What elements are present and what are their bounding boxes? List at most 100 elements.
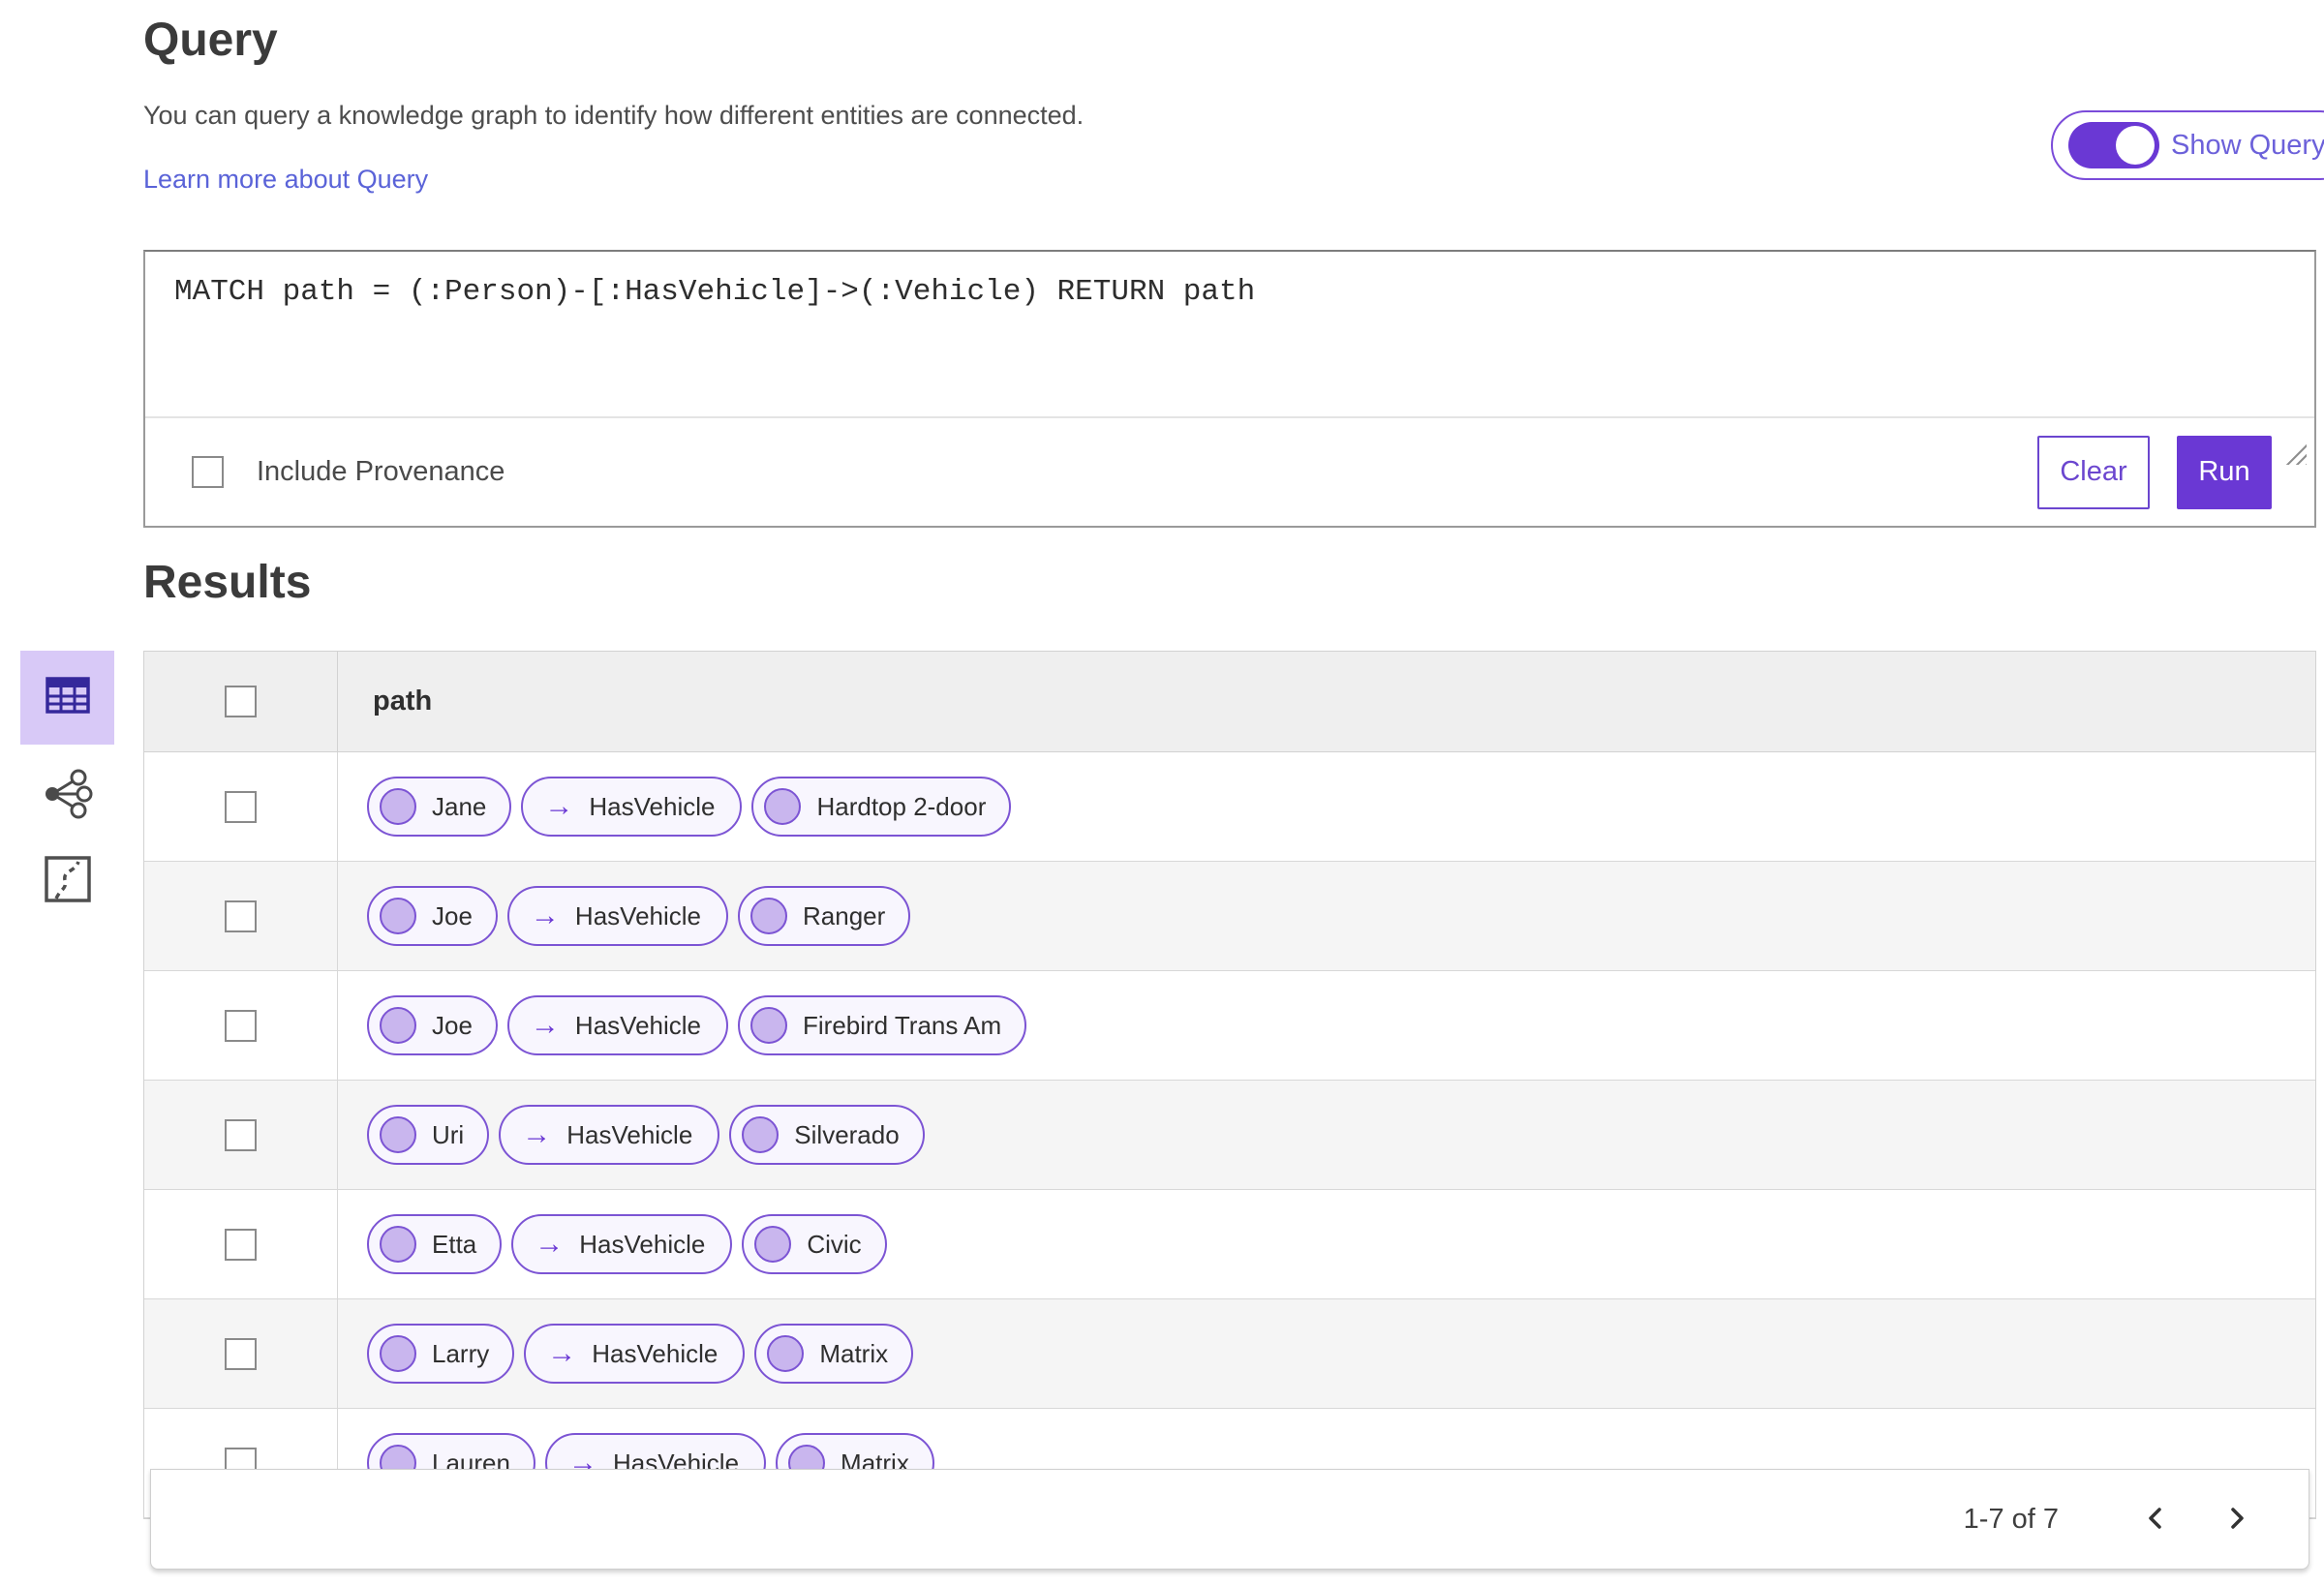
row-checkbox[interactable] <box>225 1009 257 1042</box>
node-icon <box>380 898 416 934</box>
pagination-bar: 1-7 of 7 <box>150 1469 2309 1570</box>
show-query-toggle[interactable]: Show Query <box>2051 110 2324 180</box>
table-row: Joe → HasVehicle Firebird Trans Am <box>144 971 2315 1081</box>
arrow-icon: → <box>522 1118 552 1150</box>
node-icon <box>380 788 416 825</box>
node-icon <box>767 1335 805 1372</box>
entity-pill[interactable]: Etta <box>367 1214 503 1274</box>
pagination-range-label: 1-7 of 7 <box>1963 1503 2059 1535</box>
row-checkbox[interactable] <box>225 790 257 823</box>
table-header-row: path <box>144 652 2315 752</box>
map-view-icon <box>42 853 94 910</box>
results-table: path Jane → HasVehicle Hardtop 2-door Joe… <box>143 651 2316 1519</box>
chevron-left-icon <box>2141 1504 2170 1536</box>
relationship-label: HasVehicle <box>592 1338 719 1368</box>
entity-pill[interactable]: Firebird Trans Am <box>738 995 1027 1055</box>
table-row: Joe → HasVehicle Ranger <box>144 862 2315 971</box>
chevron-right-icon <box>2222 1504 2251 1536</box>
table-row: Uri → HasVehicle Silverado <box>144 1081 2315 1190</box>
previous-page-button[interactable] <box>2134 1498 2177 1540</box>
entity-pill[interactable]: Ranger <box>738 886 911 946</box>
entity-pill[interactable]: Matrix <box>754 1324 914 1384</box>
run-button[interactable]: Run <box>2177 435 2272 509</box>
include-provenance-checkbox[interactable] <box>192 456 224 488</box>
include-provenance-label: Include Provenance <box>257 456 505 487</box>
entity-label: Ranger <box>803 900 886 930</box>
entity-label: Etta <box>432 1229 477 1259</box>
clear-button[interactable]: Clear <box>2037 435 2150 509</box>
node-icon <box>764 788 802 825</box>
node-icon <box>750 1007 787 1044</box>
header-path-cell: path <box>338 652 2315 751</box>
query-panel: MATCH path = (:Person)-[:HasVehicle]->(:… <box>143 250 2316 528</box>
results-heading: Results <box>143 557 312 608</box>
entity-pill[interactable]: Uri <box>367 1105 490 1165</box>
arrow-icon: → <box>530 1009 560 1041</box>
entity-pill[interactable]: Larry <box>367 1324 515 1384</box>
entity-label: Jane <box>432 791 487 821</box>
query-textarea[interactable]: MATCH path = (:Person)-[:HasVehicle]->(:… <box>145 252 2314 418</box>
row-checkbox[interactable] <box>225 1228 257 1261</box>
relationship-pill[interactable]: → HasVehicle <box>524 1324 746 1384</box>
view-switcher <box>20 651 114 915</box>
table-row: Etta → HasVehicle Civic <box>144 1190 2315 1299</box>
query-page: Query You can query a knowledge graph to… <box>0 0 2324 1586</box>
arrow-icon: → <box>547 1337 577 1369</box>
entity-label: Firebird Trans Am <box>803 1010 1002 1040</box>
relationship-label: HasVehicle <box>574 1010 701 1040</box>
relationship-pill[interactable]: → HasVehicle <box>506 886 728 946</box>
relationship-label: HasVehicle <box>579 1229 706 1259</box>
select-all-checkbox[interactable] <box>225 686 257 717</box>
relationship-pill[interactable]: → HasVehicle <box>521 777 743 837</box>
arrow-icon: → <box>530 900 560 931</box>
entity-label: Matrix <box>819 1338 889 1368</box>
row-checkbox[interactable] <box>225 1337 257 1370</box>
entity-pill[interactable]: Jane <box>367 777 512 837</box>
relationship-pill[interactable]: → HasVehicle <box>499 1105 720 1165</box>
node-icon <box>754 1226 792 1263</box>
entity-label: Uri <box>432 1119 465 1149</box>
table-row: Jane → HasVehicle Hardtop 2-door <box>144 752 2315 862</box>
entity-pill[interactable]: Civic <box>742 1214 887 1274</box>
node-icon <box>742 1116 780 1153</box>
toggle-switch-icon[interactable] <box>2068 122 2159 168</box>
table-view-icon <box>43 670 93 725</box>
next-page-button[interactable] <box>2216 1498 2258 1540</box>
relationship-label: HasVehicle <box>574 900 701 930</box>
table-row: Larry → HasVehicle Matrix <box>144 1299 2315 1409</box>
row-checkbox[interactable] <box>225 1118 257 1151</box>
query-footer: Include Provenance Clear Run <box>145 418 2314 526</box>
node-icon <box>750 898 787 934</box>
show-query-label: Show Query <box>2171 129 2324 161</box>
row-checkbox[interactable] <box>225 900 257 932</box>
header-checkbox-cell <box>144 652 338 751</box>
entity-label: Silverado <box>794 1119 900 1149</box>
entity-label: Joe <box>432 1010 473 1040</box>
page-description: You can query a knowledge graph to ident… <box>143 101 1085 130</box>
arrow-icon: → <box>544 790 574 822</box>
link-chart-view-button[interactable] <box>20 762 114 830</box>
toggle-knob <box>2116 126 2155 165</box>
relationship-label: HasVehicle <box>589 791 716 821</box>
entity-pill[interactable]: Joe <box>367 995 498 1055</box>
entity-label: Civic <box>807 1229 862 1259</box>
node-icon <box>380 1335 416 1372</box>
page-title: Query <box>143 15 278 66</box>
link-chart-view-icon <box>41 767 95 826</box>
node-icon <box>380 1007 416 1044</box>
learn-more-link[interactable]: Learn more about Query <box>143 165 428 195</box>
entity-pill[interactable]: Hardtop 2-door <box>751 777 1012 837</box>
entity-label: Hardtop 2-door <box>816 791 987 821</box>
column-header-path: path <box>373 686 433 717</box>
relationship-label: HasVehicle <box>566 1119 693 1149</box>
map-view-button[interactable] <box>20 847 114 915</box>
entity-pill[interactable]: Silverado <box>729 1105 925 1165</box>
relationship-pill[interactable]: → HasVehicle <box>506 995 728 1055</box>
arrow-icon: → <box>535 1228 565 1260</box>
entity-label: Larry <box>432 1338 490 1368</box>
entity-pill[interactable]: Joe <box>367 886 498 946</box>
relationship-pill[interactable]: → HasVehicle <box>511 1214 733 1274</box>
node-icon <box>380 1116 416 1153</box>
table-view-button[interactable] <box>20 651 114 745</box>
node-icon <box>380 1226 416 1263</box>
